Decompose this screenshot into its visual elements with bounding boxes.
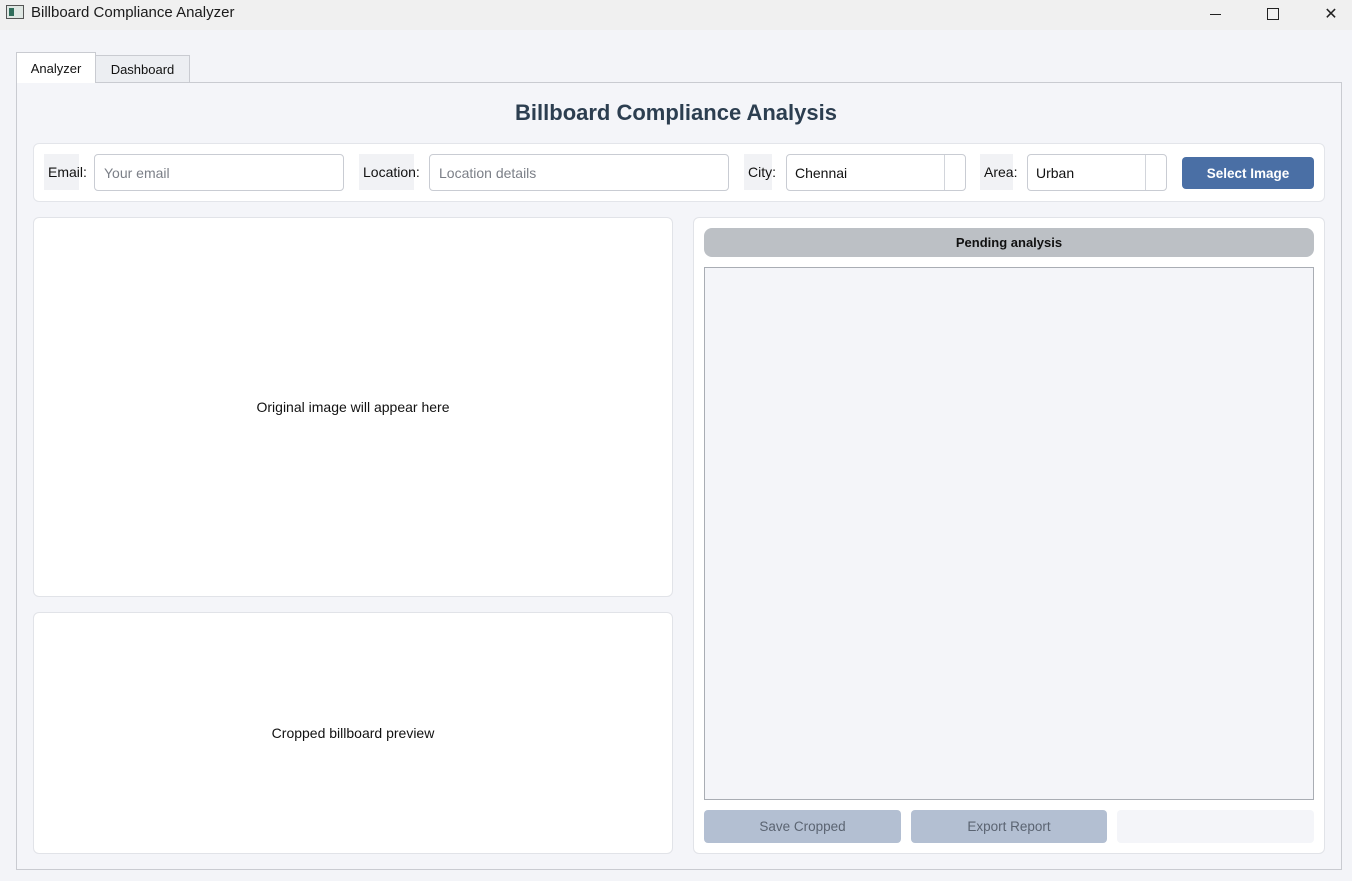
email-label: Email:	[44, 154, 87, 190]
save-cropped-button[interactable]: Save Cropped	[704, 810, 901, 843]
area-dropdown-arrow[interactable]	[1145, 155, 1166, 190]
tab-analyzer-label: Analyzer	[30, 60, 82, 76]
area-label: Area:	[980, 154, 1017, 190]
close-button[interactable]: ✕	[1302, 0, 1352, 28]
tab-dashboard[interactable]: Dashboard	[95, 55, 190, 82]
select-image-button[interactable]: Select Image	[1182, 157, 1314, 189]
page-title: Billboard Compliance Analysis	[515, 100, 837, 125]
location-label: Location:	[359, 154, 420, 190]
close-icon: ✕	[1324, 6, 1338, 23]
original-image-placeholder: Original image will appear here	[256, 399, 450, 415]
minimize-button[interactable]	[1186, 0, 1244, 28]
city-label: City:	[744, 154, 776, 190]
city-select-value: Chennai	[795, 164, 848, 181]
area-select[interactable]: Urban	[1027, 154, 1167, 191]
tab-dashboard-label: Dashboard	[110, 61, 175, 77]
maximize-icon	[1267, 8, 1279, 20]
empty-action-slot	[1117, 810, 1314, 843]
maximize-button[interactable]	[1244, 0, 1302, 28]
email-field[interactable]	[94, 154, 344, 191]
window-title: Billboard Compliance Analyzer	[31, 4, 235, 21]
city-select[interactable]: Chennai	[786, 154, 966, 191]
cropped-preview-placeholder: Cropped billboard preview	[271, 725, 435, 741]
analysis-report-area[interactable]	[704, 267, 1314, 800]
area-select-value: Urban	[1036, 164, 1075, 181]
cropped-billboard-preview: Cropped billboard preview	[33, 612, 673, 854]
window-titlebar: Billboard Compliance Analyzer ✕	[0, 0, 1352, 30]
tab-analyzer[interactable]: Analyzer	[16, 52, 96, 83]
minimize-icon	[1209, 13, 1221, 15]
location-field[interactable]	[429, 154, 729, 191]
export-report-button[interactable]: Export Report	[911, 810, 1107, 843]
app-icon	[6, 5, 24, 19]
city-dropdown-arrow[interactable]	[944, 155, 965, 190]
original-image-preview: Original image will appear here	[33, 217, 673, 597]
analysis-status-badge: Pending analysis	[704, 228, 1314, 257]
